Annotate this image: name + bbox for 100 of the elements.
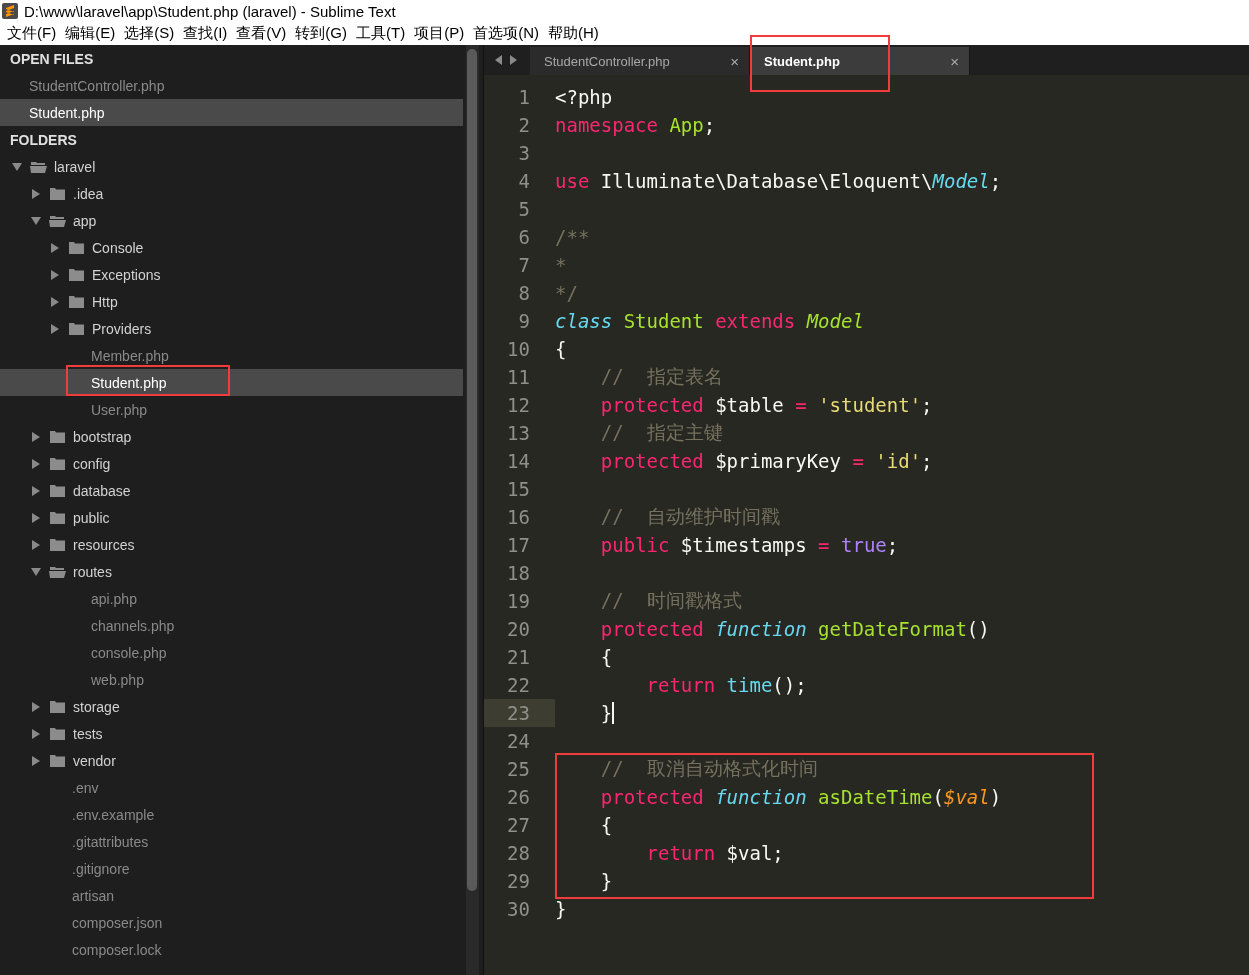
close-icon[interactable]: × (950, 52, 959, 70)
menu-item[interactable]: 工具(T) (353, 24, 412, 43)
file-name[interactable]: .gitignore (72, 860, 130, 877)
expand-arrow-icon[interactable] (31, 539, 41, 550)
menu-item[interactable]: 查找(I) (180, 24, 234, 43)
line-number: 1 (517, 85, 531, 110)
file-name[interactable]: Student.php (91, 374, 167, 391)
code-line: // 时间戳格式 (599, 588, 742, 613)
open-file[interactable]: Student.php (29, 104, 105, 121)
file-name[interactable]: api.php (91, 590, 137, 607)
line-number: 14 (506, 449, 531, 474)
code-line: } (555, 898, 567, 920)
folder-name[interactable]: laravel (54, 158, 96, 175)
tab[interactable]: StudentController.php × (530, 47, 750, 75)
file-name[interactable]: Member.php (91, 347, 169, 364)
expand-arrow-icon[interactable] (31, 458, 41, 469)
code-line: namespace App; (555, 114, 716, 136)
expand-arrow-icon[interactable] (31, 431, 41, 442)
line-number: 10 (506, 337, 531, 362)
line-number: 8 (517, 281, 531, 306)
expand-arrow-icon[interactable] (50, 296, 60, 307)
folder-name[interactable]: .idea (73, 185, 104, 202)
code-line: return $val; (645, 842, 784, 864)
folder-name[interactable]: app (73, 212, 97, 229)
expand-arrow-icon[interactable] (31, 728, 41, 739)
line-number: 2 (517, 113, 531, 138)
folder-name[interactable]: vendor (73, 752, 116, 769)
code-line: */ (555, 282, 578, 304)
menu-item[interactable]: 文件(F) (4, 24, 63, 43)
file-name[interactable]: artisan (72, 887, 115, 904)
collapse-arrow-icon[interactable] (12, 161, 22, 172)
folder-icon (49, 429, 66, 444)
line-number: 29 (506, 869, 531, 894)
folder-name[interactable]: resources (73, 536, 135, 553)
open-file[interactable]: StudentController.php (29, 77, 165, 94)
folder-name[interactable]: tests (73, 725, 103, 742)
line-number: 20 (506, 617, 531, 642)
file-name[interactable]: channels.php (91, 617, 175, 634)
menu-item[interactable]: 选择(S) (121, 24, 181, 43)
folder-name[interactable]: database (73, 482, 131, 499)
folder-name[interactable]: config (73, 455, 111, 472)
file-name[interactable]: web.php (91, 671, 144, 688)
expand-arrow-icon[interactable] (31, 188, 41, 199)
code-line: { (599, 814, 613, 836)
expand-arrow-icon[interactable] (31, 512, 41, 523)
line-number: 5 (517, 197, 531, 222)
folder-name[interactable]: bootstrap (73, 428, 132, 445)
file-name[interactable]: console.php (91, 644, 167, 661)
code-line: class Student extends Model (555, 310, 864, 332)
folder-name[interactable]: storage (73, 698, 120, 715)
selected-open-file-row[interactable]: Student.php (0, 99, 463, 126)
expand-arrow-icon[interactable] (31, 485, 41, 496)
menu-item[interactable]: 首选项(N) (470, 24, 545, 43)
code-line: // 自动维护时间戳 (599, 504, 780, 529)
close-icon[interactable]: × (730, 52, 739, 70)
expand-arrow-icon[interactable] (50, 242, 60, 253)
folder-name[interactable]: Console (92, 239, 144, 256)
folder-icon (49, 753, 66, 768)
code-line: // 指定表名 (599, 364, 723, 389)
file-name[interactable]: User.php (91, 401, 148, 418)
line-number: 9 (517, 309, 531, 334)
collapse-arrow-icon[interactable] (31, 215, 41, 226)
line-number: 6 (517, 225, 531, 250)
folder-icon (49, 537, 66, 552)
folder-icon (49, 456, 66, 471)
code-line: // 取消自动格式化时间 (599, 756, 818, 781)
collapse-arrow-icon[interactable] (31, 566, 41, 577)
menu-item[interactable]: 帮助(H) (545, 24, 605, 43)
menu-item[interactable]: 查看(V) (233, 24, 293, 43)
folder-icon (68, 321, 85, 336)
window-title: D:\www\laravel\app\Student.php (laravel) - Sublime Text (24, 2, 396, 20)
code-line: * (555, 254, 567, 276)
expand-arrow-icon[interactable] (31, 755, 41, 766)
folder-name[interactable]: public (73, 509, 110, 526)
file-name[interactable]: .gitattributes (72, 833, 149, 850)
menu-item[interactable]: 项目(P) (411, 24, 471, 43)
code-line: protected $table = 'student'; (599, 394, 933, 416)
folder-name[interactable]: Providers (92, 320, 152, 337)
line-number: 26 (506, 785, 531, 810)
tab[interactable]: Student.php × (750, 47, 970, 75)
scrollbar-thumb[interactable] (467, 49, 477, 891)
expand-arrow-icon[interactable] (31, 701, 41, 712)
menu-item[interactable]: 编辑(E) (62, 24, 122, 43)
file-name[interactable]: .env.example (72, 806, 155, 823)
folder-icon (49, 186, 66, 201)
folder-name[interactable]: Exceptions (92, 266, 161, 283)
code-line: } (599, 870, 613, 892)
section-title: FOLDERS (10, 131, 77, 148)
code-line: // 指定主键 (599, 420, 723, 445)
app-icon (2, 3, 18, 19)
file-name[interactable]: composer.lock (72, 941, 162, 958)
folder-name[interactable]: routes (73, 563, 112, 580)
folder-name[interactable]: Http (92, 293, 118, 310)
code-line: return time(); (645, 674, 807, 696)
file-name[interactable]: composer.json (72, 914, 163, 931)
line-number: 23 (484, 699, 555, 727)
expand-arrow-icon[interactable] (50, 269, 60, 280)
menu-item[interactable]: 转到(G) (292, 24, 353, 43)
file-name[interactable]: .env (72, 779, 99, 796)
expand-arrow-icon[interactable] (50, 323, 60, 334)
